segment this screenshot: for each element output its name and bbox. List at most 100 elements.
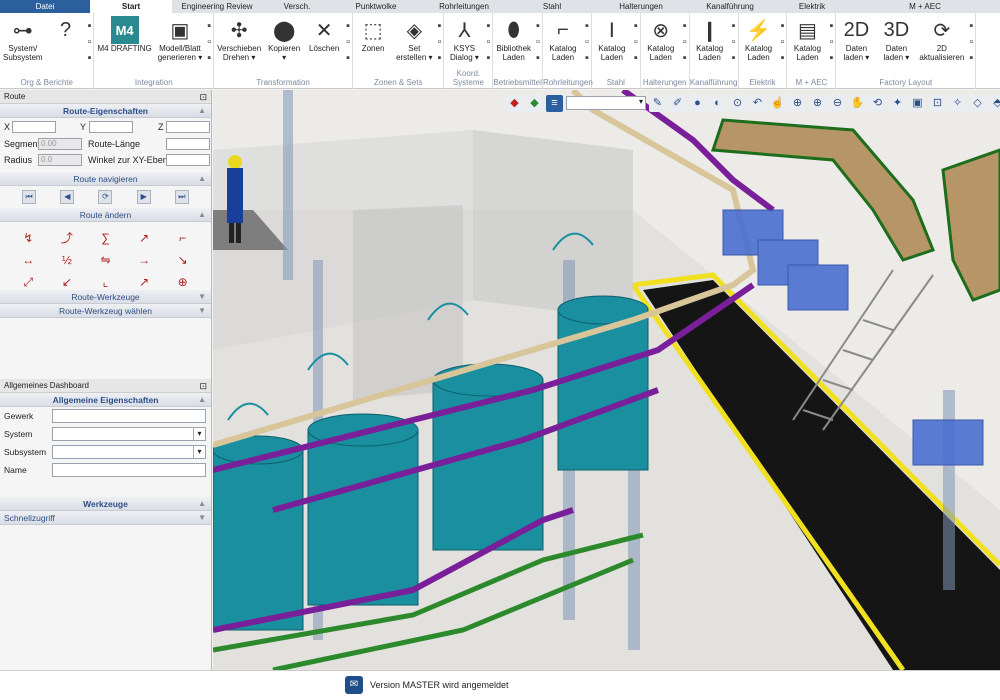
small-tool-icon[interactable]: ▫ xyxy=(829,36,833,48)
small-tool-icon[interactable]: ▪ xyxy=(585,20,589,32)
ribbon-small-icons[interactable]: ▪ ▫ ▪ xyxy=(436,16,444,64)
dashboard-field-input[interactable] xyxy=(52,463,206,477)
menu-tab-start[interactable]: Start xyxy=(90,0,172,13)
collapse-icon[interactable]: ▲ xyxy=(198,393,206,407)
ribbon-button[interactable]: ⊗ Katalog Laden xyxy=(641,16,681,63)
ribbon-small-icons[interactable]: ▪ ▫ ▪ xyxy=(344,16,352,64)
dashboard-field-input[interactable]: ▾ xyxy=(52,445,206,459)
small-tool-icon[interactable]: ▫ xyxy=(88,36,92,48)
box-icon[interactable]: ▣ xyxy=(909,94,926,112)
route-properties-header[interactable]: Route-Eigenschaften ▲ xyxy=(0,104,211,118)
chevron-down-icon[interactable]: ▾ xyxy=(193,428,205,440)
menu-tab-elektrik[interactable]: Elektrik xyxy=(774,0,850,13)
menu-tab-halterungen[interactable]: Halterungen xyxy=(596,0,686,13)
route-tool-icon[interactable]: ↙ xyxy=(49,272,86,292)
quick-access-header[interactable]: Schnellzugriff ▼ xyxy=(0,511,211,525)
ribbon-button[interactable]: 2D Daten laden ▾ xyxy=(836,16,876,63)
undo-icon[interactable]: ↶ xyxy=(749,94,766,112)
first-icon[interactable]: ⏮ xyxy=(22,190,37,204)
ribbon-button[interactable]: ⟳ 2D aktualisieren xyxy=(916,16,967,63)
small-tool-icon[interactable]: ▪ xyxy=(969,20,973,32)
route-length-input[interactable] xyxy=(166,138,210,150)
ribbon-button[interactable]: ⅄ KSYS Dialog ▾ xyxy=(444,16,484,63)
ribbon-button[interactable]: ⬮ Bibliothek Laden xyxy=(493,16,534,63)
small-tool-icon[interactable]: ▪ xyxy=(634,20,638,32)
small-tool-icon[interactable]: ▪ xyxy=(438,20,442,32)
route-tool-icon[interactable]: → xyxy=(126,250,163,270)
menu-tab-stahl[interactable]: Stahl xyxy=(508,0,596,13)
route-tool-icon[interactable]: ⤢ xyxy=(10,272,47,292)
ribbon-small-icons[interactable]: ▪ ▫ ▪ xyxy=(681,16,689,64)
prev-icon[interactable]: ◀ xyxy=(60,190,75,204)
walk-icon[interactable]: ✧ xyxy=(949,94,966,112)
ribbon-small-icons[interactable]: ▪ ▫ ▪ xyxy=(534,16,542,64)
small-tool-icon[interactable]: ▫ xyxy=(634,36,638,48)
sphere-icon[interactable]: ● xyxy=(689,94,706,112)
small-tool-icon[interactable]: ▪ xyxy=(781,20,785,32)
route-tool-icon[interactable]: ↗ xyxy=(126,272,163,292)
ribbon-button[interactable]: M4 M4 DRAFTING xyxy=(94,16,154,53)
menu-tab-rohrleitungen[interactable]: Rohrleitungen xyxy=(420,0,508,13)
ribbon-button[interactable]: 3D Daten laden ▾ xyxy=(876,16,916,63)
small-tool-icon[interactable]: ▪ xyxy=(207,52,211,64)
small-tool-icon[interactable]: ▪ xyxy=(88,52,92,64)
small-tool-icon[interactable]: ▪ xyxy=(88,20,92,32)
ribbon-button[interactable]: ◈ Set erstellen ▾ xyxy=(393,16,435,63)
tools-header[interactable]: Werkzeuge ▲ xyxy=(0,497,211,511)
small-tool-icon[interactable]: ▪ xyxy=(634,52,638,64)
small-tool-icon[interactable]: ▪ xyxy=(536,20,540,32)
ribbon-small-icons[interactable]: ▪ ▫ ▪ xyxy=(205,16,213,64)
route-tool-icon[interactable]: ⇋ xyxy=(87,250,124,270)
rotate-icon[interactable]: ⟲ xyxy=(869,94,886,112)
menu-tab-versch-[interactable]: Versch. xyxy=(262,0,332,13)
expand-icon[interactable]: ▼ xyxy=(198,290,206,304)
fit-icon[interactable]: ⊡ xyxy=(929,94,946,112)
ribbon-button[interactable]: ▣ Modell/Blatt generieren ▾ xyxy=(155,16,206,63)
wireframe-icon[interactable]: ◇ xyxy=(969,94,986,112)
pin-icon[interactable]: ⊡ xyxy=(199,90,207,104)
z-input[interactable] xyxy=(166,121,210,133)
ribbon-small-icons[interactable]: ▪ ▫ ▪ xyxy=(827,16,835,64)
ribbon-button[interactable]: ? xyxy=(46,16,86,44)
ribbon-button[interactable]: ⬤ Kopieren ▾ xyxy=(264,16,304,63)
small-tool-icon[interactable]: ▪ xyxy=(829,20,833,32)
y-input[interactable] xyxy=(89,121,133,133)
brush-icon[interactable]: ✐ xyxy=(669,94,686,112)
collapse-icon[interactable]: ▲ xyxy=(198,497,206,511)
collapse-icon[interactable]: ▲ xyxy=(198,172,206,186)
small-tool-icon[interactable]: ▫ xyxy=(683,36,687,48)
small-tool-icon[interactable]: ▪ xyxy=(486,20,490,32)
last-icon[interactable]: ⏭ xyxy=(174,190,189,204)
zoom-out-icon[interactable]: ⊖ xyxy=(829,94,846,112)
small-tool-icon[interactable]: ▪ xyxy=(732,20,736,32)
small-tool-icon[interactable]: ▪ xyxy=(207,20,211,32)
x-input[interactable] xyxy=(12,121,56,133)
dashboard-field-input[interactable]: ▾ xyxy=(52,427,206,441)
route-navigate-header[interactable]: Route navigieren ▲ xyxy=(0,172,211,186)
general-properties-header[interactable]: Allgemeine Eigenschaften ▲ xyxy=(0,393,211,407)
ribbon-button[interactable]: ✕ Löschen xyxy=(304,16,344,54)
fly-icon[interactable]: ✦ xyxy=(889,94,906,112)
route-tool-icon[interactable]: ↗ xyxy=(126,228,163,248)
route-change-header[interactable]: Route ändern ▲ xyxy=(0,208,211,222)
small-tool-icon[interactable]: ▪ xyxy=(585,52,589,64)
small-tool-icon[interactable]: ▪ xyxy=(683,52,687,64)
route-tool-icon[interactable]: ⌐ xyxy=(164,228,201,248)
zoom-icon[interactable]: ⊕ xyxy=(789,94,806,112)
menu-tab-punktwolke[interactable]: Punktwolke xyxy=(332,0,420,13)
route-tool-icon[interactable]: ↯ xyxy=(10,228,47,248)
ribbon-button[interactable]: ▤ Katalog Laden xyxy=(787,16,827,63)
refresh-icon[interactable]: ⟳ xyxy=(98,190,113,204)
dashboard-field-input[interactable] xyxy=(52,409,206,423)
ribbon-button[interactable]: ❙ Katalog Laden xyxy=(690,16,730,63)
segment-input[interactable]: 0.00 xyxy=(38,138,82,150)
view-select[interactable]: ▾ xyxy=(566,96,646,110)
small-tool-icon[interactable]: ▪ xyxy=(683,20,687,32)
angle-input[interactable] xyxy=(166,154,210,166)
route-tools-header[interactable]: Route-Werkzeuge ▼ xyxy=(0,290,211,304)
zoom-red-icon[interactable]: ⊙ xyxy=(729,94,746,112)
small-tool-icon[interactable]: ▫ xyxy=(969,36,973,48)
small-tool-icon[interactable]: ▫ xyxy=(346,36,350,48)
small-tool-icon[interactable]: ▪ xyxy=(781,52,785,64)
menu-tab-engineering-review[interactable]: Engineering Review xyxy=(172,0,262,13)
